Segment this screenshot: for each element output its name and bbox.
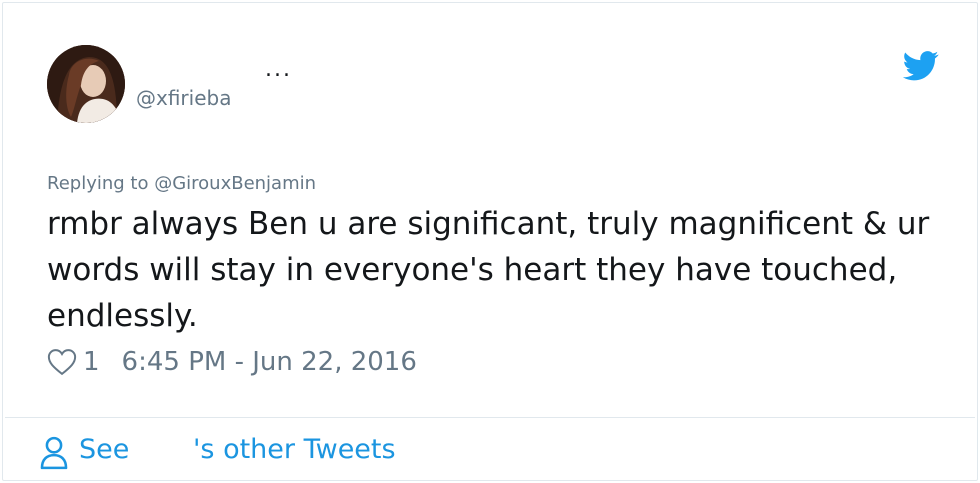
see-link[interactable]: See [79, 434, 129, 465]
other-tweets-link[interactable]: 's other Tweets [193, 434, 396, 465]
twitter-bird-icon[interactable] [903, 51, 939, 81]
like-count: 1 [83, 347, 100, 377]
tweet-card: ... @xfirieba Replying to @GirouxBenjami… [2, 2, 978, 481]
user-icon[interactable] [39, 436, 69, 470]
timestamp[interactable]: 6:45 PM - Jun 22, 2016 [122, 347, 417, 377]
tweet-meta: 1 6:45 PM - Jun 22, 2016 [47, 345, 417, 379]
display-name[interactable]: ... [265, 57, 292, 82]
tweet-text: rmbr always Ben u are significant, truly… [47, 206, 930, 334]
tweet-footer: See 's other Tweets [5, 417, 975, 482]
avatar-image [47, 45, 125, 123]
replying-to[interactable]: Replying to @GirouxBenjamin [47, 173, 316, 194]
heart-icon[interactable] [47, 348, 77, 376]
avatar[interactable] [47, 45, 125, 123]
user-handle[interactable]: @xfirieba [136, 86, 231, 110]
